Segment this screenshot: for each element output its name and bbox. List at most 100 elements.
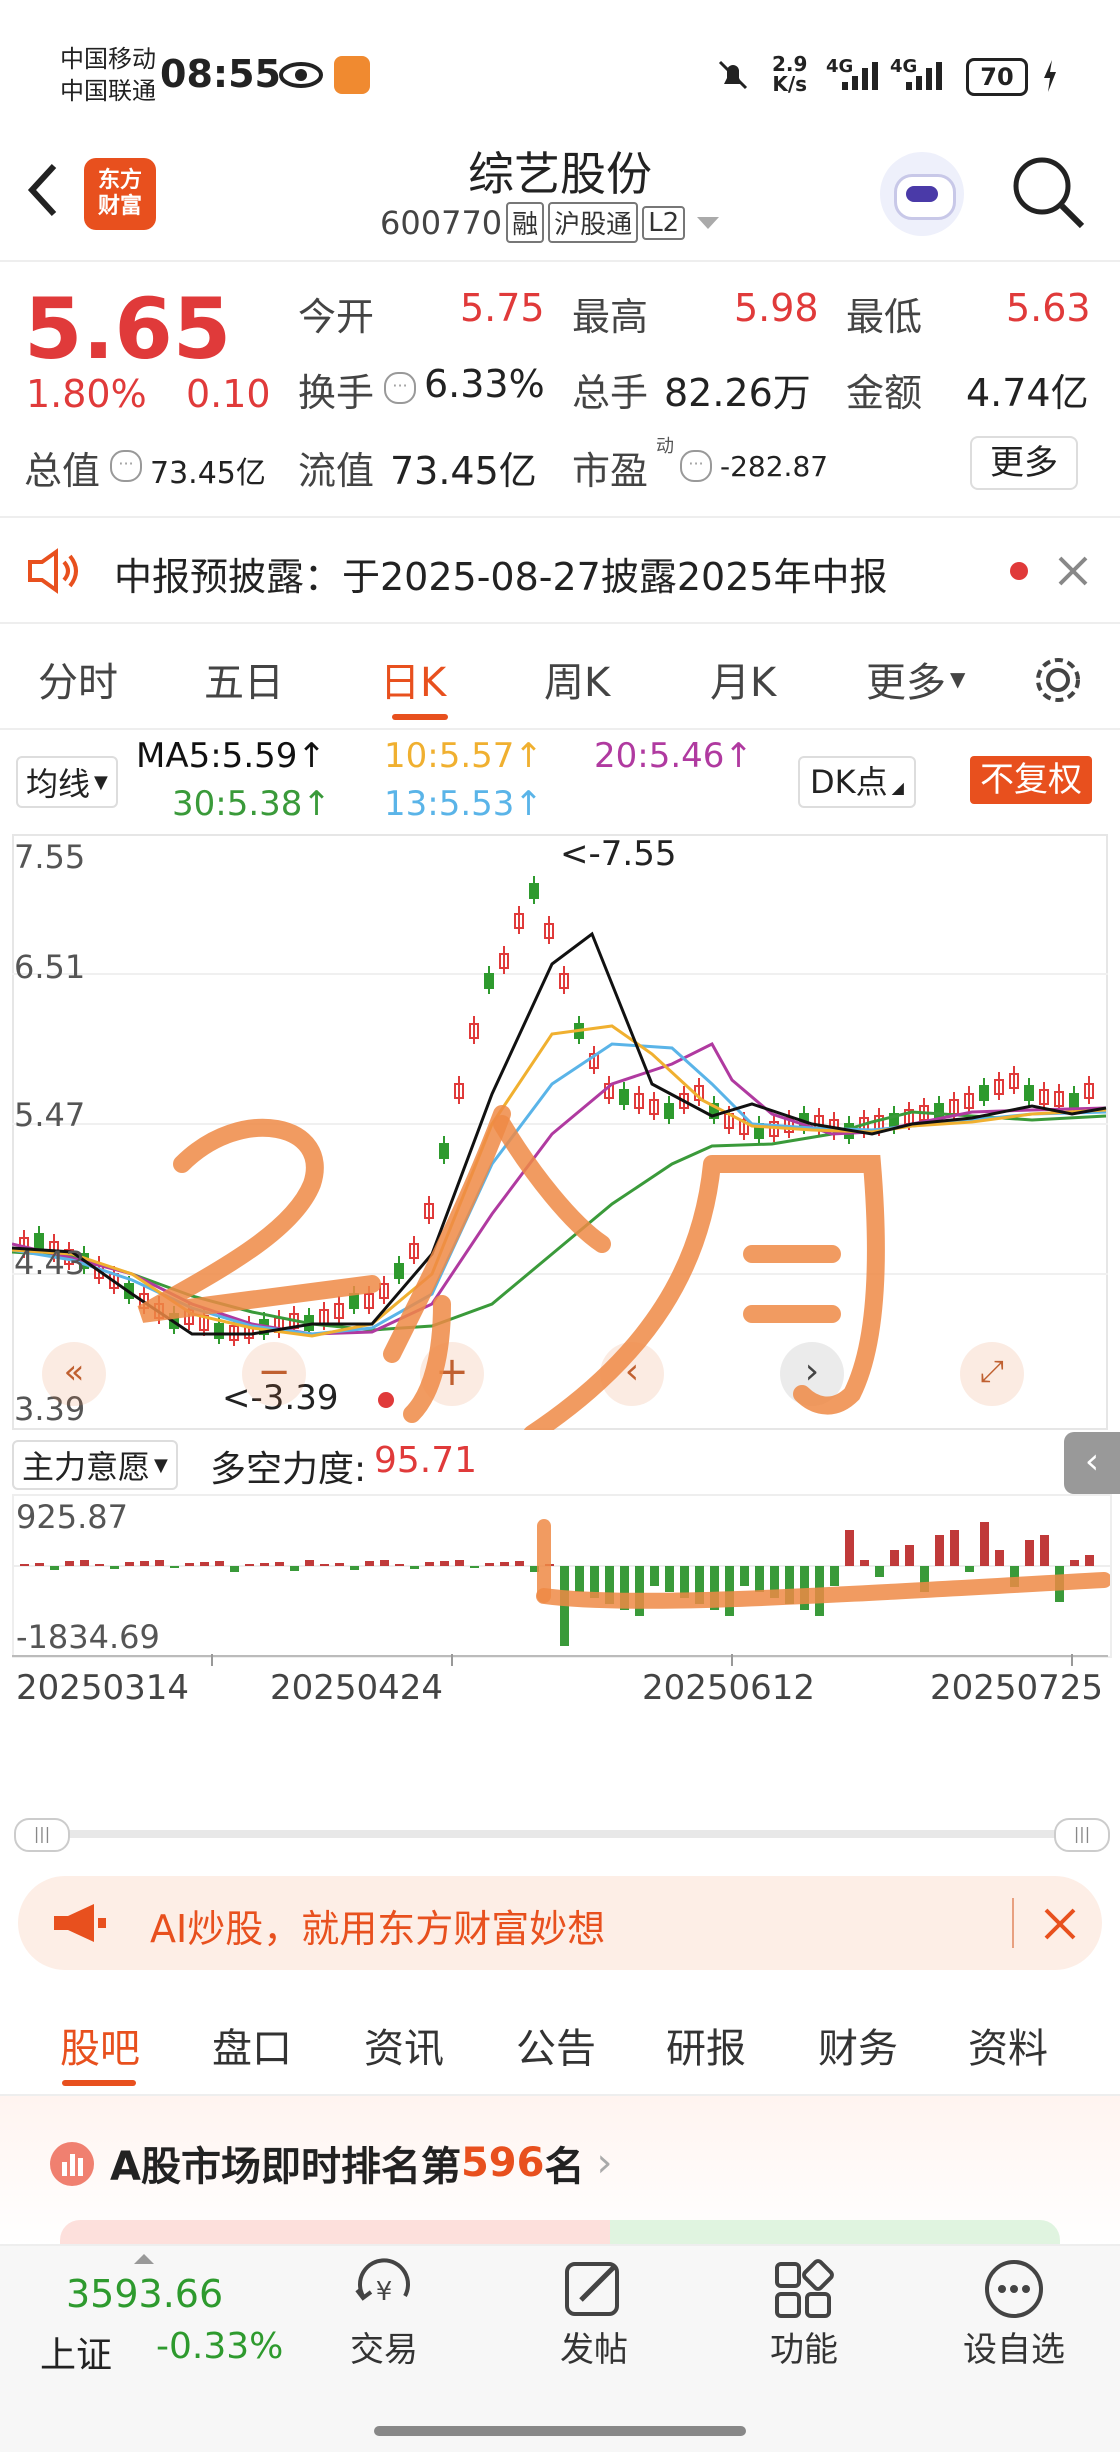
index-value[interactable]: 3593.66 <box>66 2272 223 2316</box>
bottom-nav: 3593.66 上证 -0.33% ¥ 交易 发帖 功能 设自选 <box>0 2244 1120 2452</box>
ai-ad-banner[interactable]: AI炒股，就用东方财富妙想 <box>18 1876 1102 1970</box>
indicator-bar <box>500 1562 509 1566</box>
change-amount: 0.10 <box>186 372 271 416</box>
indicator-panel: 主力意愿 ▼ 多空力度: 95.71 ‹ 925.87 -1834.69 2025… <box>0 1432 1120 1732</box>
range-scrollbar[interactable]: ||| ||| <box>14 1818 1110 1852</box>
gear-icon[interactable] <box>1030 652 1086 708</box>
indicator-selector[interactable]: 主力意愿 ▼ <box>12 1440 178 1490</box>
tab-more[interactable]: 更多 ▼ <box>866 650 965 708</box>
info-icon[interactable]: ··· <box>110 450 142 482</box>
stock-header: 东方 财富 综艺股份 600770 融 沪股通 L2 <box>0 130 1120 262</box>
info-icon[interactable]: ··· <box>384 372 416 404</box>
dk-point-button[interactable]: DK点 ◢ <box>798 756 916 808</box>
volume-value: 82.26万 <box>664 371 811 415</box>
ma-selector[interactable]: 均线 ▼ <box>16 756 118 808</box>
ma10-value: 10:5.57↑ <box>384 736 543 776</box>
indicator-bar <box>890 1550 899 1566</box>
indicator-bar <box>215 1561 224 1566</box>
tag-l2: L2 <box>642 205 686 240</box>
indicator-bar <box>50 1566 59 1570</box>
range-handle-right[interactable]: ||| <box>1054 1818 1110 1852</box>
close-icon[interactable] <box>1056 554 1090 588</box>
adjust-mode-button[interactable]: 不复权 <box>970 756 1092 804</box>
stock-code-row[interactable]: 600770 融 沪股通 L2 <box>380 202 723 243</box>
indicator-bar <box>380 1560 389 1566</box>
status-bar: 中国移动 中国联通 08:55 2.9 K/s 4G 4G 70 <box>0 0 1120 130</box>
more-button[interactable]: 更多 <box>970 436 1078 490</box>
indicator-bar <box>320 1564 329 1566</box>
tab-5day[interactable]: 五日 <box>204 650 284 708</box>
indicator-bar <box>410 1566 419 1569</box>
indicator-bar <box>395 1564 404 1566</box>
home-indicator <box>374 2426 746 2436</box>
indicator-bottom-label: -1834.69 <box>16 1618 160 1656</box>
tab-monthly-k[interactable]: 月K <box>710 650 776 708</box>
float-label: 流值 <box>298 449 375 493</box>
carrier-2: 中国联通 <box>60 77 156 105</box>
tab-profile[interactable]: 资料 <box>968 2016 1048 2074</box>
nav-post[interactable]: 发帖 <box>534 2256 654 2371</box>
tab-weekly-k[interactable]: 周K <box>544 650 610 708</box>
pe-value: -282.87 <box>720 450 829 483</box>
indicator-bar <box>35 1563 44 1566</box>
notice-bar[interactable]: 中报预披露：于2025-08-27披露2025年中报 <box>0 518 1120 624</box>
indicator-bar <box>740 1566 749 1586</box>
mktcap-value: 73.45亿 <box>150 456 266 491</box>
search-icon[interactable] <box>1010 154 1086 230</box>
shield-app-icon <box>334 56 370 94</box>
date-label-1: 20250314 <box>16 1668 190 1708</box>
tab-news[interactable]: 资讯 <box>364 2016 444 2074</box>
tab-daily-k[interactable]: 日K <box>380 650 446 708</box>
tab-forum[interactable]: 股吧 <box>60 2016 140 2074</box>
turnover-label: 换手 <box>298 371 375 415</box>
indicator-bar <box>200 1562 209 1566</box>
ad-text: AI炒股，就用东方财富妙想 <box>150 1907 606 1951</box>
close-icon[interactable] <box>1042 1906 1078 1942</box>
robot-assistant-icon[interactable] <box>880 152 964 236</box>
rank-banner[interactable]: A股市场即时排名第 596 名 › <box>0 2096 1120 2246</box>
tab-announcements[interactable]: 公告 <box>516 2016 596 2074</box>
tab-financials[interactable]: 财务 <box>818 2016 898 2074</box>
clock: 08:55 <box>160 52 281 96</box>
battery-level: 70 <box>966 58 1028 96</box>
ma30-value: 30:5.38↑ <box>172 784 331 824</box>
indicator-bar <box>845 1530 854 1566</box>
info-icon[interactable]: ··· <box>680 450 712 482</box>
open-value: 5.75 <box>460 286 545 330</box>
pe-sup: 动 <box>656 436 674 457</box>
indicator-bar <box>575 1566 584 1592</box>
kline-chart[interactable]: 7.55 6.51 5.47 4.43 3.39 <-7.55 <-3.39 «… <box>12 834 1108 1430</box>
indicator-bar <box>755 1566 764 1592</box>
indicator-bar <box>65 1561 74 1566</box>
nav-functions[interactable]: 功能 <box>744 2256 864 2371</box>
indicator-bar <box>185 1563 194 1566</box>
index-name[interactable]: 上证 <box>40 2326 112 2378</box>
indicator-bar <box>80 1560 89 1566</box>
indicator-bar <box>95 1564 104 1566</box>
rank-chart-icon <box>50 2142 94 2186</box>
ad-divider <box>1012 1898 1014 1948</box>
megaphone-icon <box>54 1904 106 1942</box>
indicator-bar <box>470 1566 479 1568</box>
net-speed: 2.9 K/s <box>772 52 808 96</box>
indicator-top-label: 925.87 <box>16 1498 128 1536</box>
nav-trade[interactable]: ¥ 交易 <box>324 2256 444 2371</box>
indicator-label: 多空力度: <box>210 1449 367 1490</box>
quote-panel: 5.65 1.80% 0.10 今开 5.75 最高 5.98 最低 5.63 … <box>0 262 1120 518</box>
turnover-value: 6.33% <box>424 362 545 406</box>
tab-research[interactable]: 研报 <box>666 2016 746 2074</box>
tab-orderbook[interactable]: 盘口 <box>212 2016 292 2074</box>
tab-intraday[interactable]: 分时 <box>38 650 118 708</box>
indicator-bar <box>905 1545 914 1566</box>
carrier-1: 中国移动 <box>60 45 156 73</box>
indicator-bar <box>230 1566 239 1572</box>
chart-period-tabs: 分时 五日 日K 周K 月K 更多 ▼ <box>0 624 1120 730</box>
range-handle-left[interactable]: ||| <box>14 1818 70 1852</box>
speaker-icon <box>28 548 78 594</box>
panel-collapse-button[interactable]: ‹ <box>1064 1432 1120 1494</box>
nav-add-watchlist[interactable]: 设自选 <box>954 2256 1074 2371</box>
indicator-bar <box>275 1562 284 1566</box>
index-change[interactable]: -0.33% <box>156 2326 283 2367</box>
indicator-bar <box>425 1562 434 1566</box>
indicator-bar <box>305 1560 314 1566</box>
